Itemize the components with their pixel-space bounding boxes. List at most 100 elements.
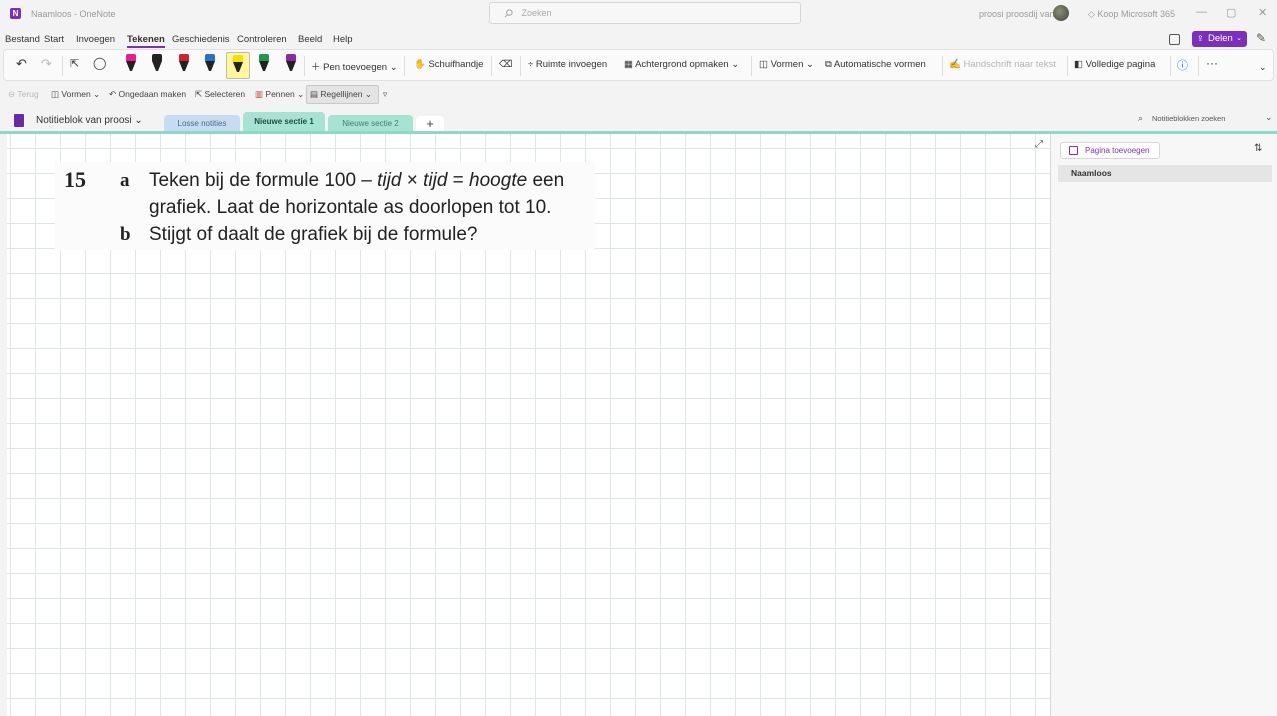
shapes-icon: ◫ [759,59,771,70]
format-background-button[interactable]: ▦ Achtergrond opmaken ⌄ [624,59,739,70]
sort-icon[interactable]: ⇅ [1254,143,1262,154]
ink-to-text-icon: ✍ [949,59,964,70]
pen-pink-icon[interactable] [126,54,136,76]
eraser-icon[interactable]: ⌫ [499,59,512,70]
rule-lines-icon: ▤ [310,89,321,99]
section-tab-nieuwe-sectie-2[interactable]: Nieuwe sectie 2 [328,115,413,132]
share-button[interactable]: ⇪ Delen ⌄ [1192,31,1247,47]
plus-icon: ＋ [311,62,324,73]
shapes-label: Vormen [770,59,804,70]
back-button[interactable]: ⊖ Terug [8,89,39,100]
select-label: Selecteren [204,89,246,99]
quick-access-toolbar: ⊖ Terug ◫ Vormen ⌄ ↶ Ongedaan maken ⇱ Se… [3,84,1274,105]
menu-help[interactable]: Help [333,34,353,45]
auto-shapes-label: Automatische vormen [833,59,926,70]
search-placeholder: Zoeken [521,8,552,18]
notebook-search-input[interactable]: ⌕ Notitieblokken zoeken ⌄ [1134,111,1274,127]
restore-button[interactable]: ▢ [1226,6,1236,19]
hand-button[interactable]: ✋ Schuifhandje [414,59,483,70]
shapes-icon: ◫ [51,89,62,99]
pen-red-icon[interactable] [179,54,189,76]
exercise-image[interactable]: 15 a Teken bij de formule 100 – tijd × t… [55,162,595,250]
buy-microsoft-365-link[interactable]: ◇ Koop Microsoft 365 [1088,9,1175,20]
menu-bestand[interactable]: Bestand [5,34,40,45]
select-button[interactable]: ⇱ Selecteren [195,89,245,100]
customize-toolbar-icon[interactable]: ▿ [383,89,387,100]
pen-purple-icon[interactable] [286,54,296,76]
chevron-down-icon: ⌄ [294,89,305,99]
chevron-down-icon: ⌄ [131,115,143,126]
undo-label: Ongedaan maken [118,89,187,99]
notebook-search-placeholder: Notitieblokken zoeken [1152,114,1226,123]
diamond-icon: ◇ [1088,9,1098,19]
pen-blue-icon[interactable] [205,54,215,76]
section-tab-losse-notities[interactable]: Losse notities [164,115,240,132]
help-icon[interactable]: ⓘ [1177,57,1188,73]
minimize-button[interactable]: — [1196,6,1207,18]
chevron-down-icon[interactable]: ⌄ [1236,31,1242,47]
undo-icon[interactable]: ↶ [16,56,27,72]
full-page-button[interactable]: ◧ Volledige pagina [1074,59,1155,70]
formula-tijd-2: tijd [423,170,448,191]
menu-controleren[interactable]: Controleren [237,34,287,45]
sub-shapes-button[interactable]: ◫ Vormen ⌄ [51,89,100,100]
insert-space-icon: ÷ [528,59,536,70]
chevron-down-icon[interactable]: ⌄ [1265,112,1273,123]
formula-equals: = [447,170,470,191]
section-tab-nieuwe-sectie-1[interactable]: Nieuwe sectie 1 [243,112,325,132]
add-pen-button[interactable]: ＋ Pen toevoegen ⌄ [311,59,398,73]
chevron-down-icon: ⌄ [90,89,101,99]
expand-icon[interactable]: ⤢ [1035,139,1043,150]
hand-label: Schuifhandje [428,59,484,70]
rule-lines-button[interactable]: ▤ Regellijnen ⌄ [310,89,372,100]
add-page-button[interactable]: Pagina toevoegen [1060,142,1160,159]
lasso-select-icon[interactable]: ⇱ [70,57,79,70]
title-bar: N Naamloos - OneNote Zoeken proosi proos… [0,0,1277,28]
page-list-item[interactable]: Naamloos [1058,165,1272,182]
add-page-label: Pagina toevoegen [1085,146,1150,155]
insert-space-button[interactable]: ÷ Ruimte invoegen [528,59,607,70]
close-button[interactable]: ✕ [1258,6,1267,19]
part-a-line-1: Teken bij de formule 100 – tijd × tijd =… [149,170,564,192]
menu-tekenen[interactable]: Tekenen [127,34,165,48]
formula-times: × [401,170,424,191]
highlighter-yellow-selected[interactable] [226,52,250,79]
shapes-button[interactable]: ◫ Vormen ⌄ [759,59,814,70]
menu-beeld[interactable]: Beeld [298,34,322,45]
user-name[interactable]: proosi proosdij van [979,9,1055,19]
page-list-pane [1051,134,1277,716]
ink-to-text-label: Handschrift naar tekst [963,59,1056,70]
menu-geschiedenis[interactable]: Geschiedenis [172,34,230,45]
insert-space-label: Ruimte invoegen [535,59,608,70]
undo-button[interactable]: ↶ Ongedaan maken [109,89,186,100]
redo-icon[interactable]: ↷ [41,56,52,72]
part-b-label: b [120,224,131,245]
chevron-down-icon: ⌄ [387,62,398,73]
notebook-selector[interactable]: Notitieblok van proosi ⌄ [36,115,143,126]
add-section-button[interactable]: + [416,116,444,132]
menu-start[interactable]: Start [44,34,64,45]
auto-shapes-icon: ⧉ [825,59,834,70]
notebook-name: Notitieblok van proosi [36,115,132,126]
more-options-icon[interactable]: ··· [1206,56,1218,70]
lasso-icon[interactable]: ◯ [93,56,106,70]
hand-icon: ✋ [414,59,429,70]
pen-black-icon[interactable] [152,54,162,76]
chevron-down-icon: ⌄ [803,59,814,70]
share-icon: ⇪ [1197,34,1204,43]
notes-icon[interactable] [1169,34,1180,45]
onenote-logo-icon: N [10,8,21,19]
add-page-icon [1069,146,1078,155]
sub-shapes-label: Vormen [61,89,91,99]
auto-shapes-button[interactable]: ⧉ Automatische vormen [825,59,926,70]
pens-button[interactable]: ▥ Pennen ⌄ [255,89,304,100]
pen-green-icon[interactable] [259,54,269,76]
collapse-ribbon-icon[interactable]: ⌄ [1259,62,1267,73]
ink-to-text-button[interactable]: ✍ Handschrift naar tekst [949,59,1056,70]
avatar[interactable] [1053,5,1069,21]
pen-edit-icon[interactable]: ✎ [1256,31,1266,45]
add-pen-label: Pen toevoegen [323,62,388,73]
search-input[interactable]: Zoeken [489,2,801,24]
menu-invoegen[interactable]: Invoegen [76,34,115,45]
window-title: Naamloos - OneNote [31,9,116,19]
